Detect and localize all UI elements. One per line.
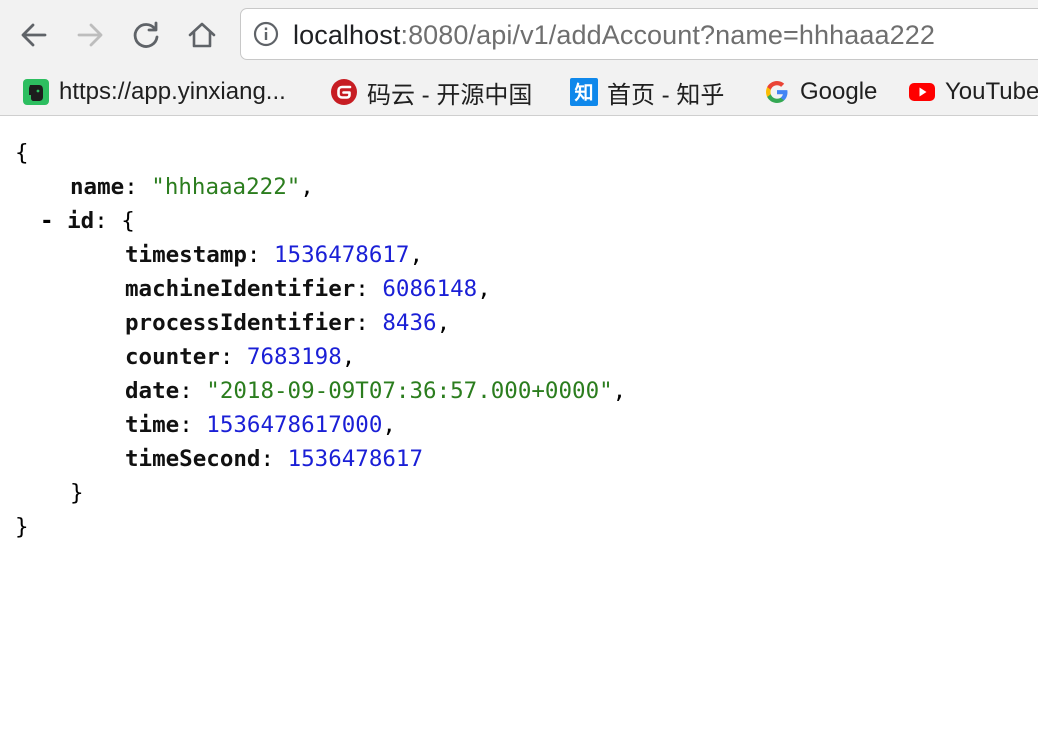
info-circle-icon[interactable] bbox=[253, 21, 279, 47]
address-bar[interactable]: localhost:8080/api/v1/addAccount?name=hh… bbox=[240, 8, 1038, 60]
json-number-value: 8436 bbox=[382, 310, 437, 336]
google-icon bbox=[766, 81, 788, 103]
collapse-toggle[interactable]: - bbox=[40, 208, 54, 234]
json-key: id bbox=[67, 208, 95, 234]
bookmark-label: https://app.yinxiang... bbox=[59, 78, 286, 105]
bookmark-yinxiang[interactable]: https://app.yinxiang... bbox=[22, 74, 286, 110]
reload-button[interactable] bbox=[126, 15, 166, 55]
json-close-brace: } bbox=[15, 514, 29, 540]
arrow-right-icon bbox=[77, 23, 103, 47]
home-button[interactable] bbox=[182, 15, 222, 55]
youtube-icon bbox=[909, 83, 935, 101]
json-key: timeSecond bbox=[125, 446, 261, 472]
bookmark-label: 首页 - 知乎 bbox=[607, 81, 725, 109]
bookmark-youtube[interactable]: YouTube bbox=[908, 74, 1038, 110]
svg-text:知: 知 bbox=[574, 81, 593, 104]
json-key: date bbox=[125, 378, 180, 404]
json-field-row: processIdentifier: 8436, bbox=[125, 310, 451, 336]
json-id-open-brace: { bbox=[121, 208, 135, 234]
json-id-close-brace: } bbox=[70, 480, 84, 506]
json-key: counter bbox=[125, 344, 220, 370]
json-line-id: - id: { bbox=[40, 208, 135, 234]
json-line-name: name: "hhhaaa222", bbox=[70, 174, 314, 200]
bookmark-zhihu[interactable]: 知 首页 - 知乎 bbox=[570, 74, 724, 110]
json-field-row: timestamp: 1536478617, bbox=[125, 242, 424, 268]
url-host: localhost bbox=[293, 20, 401, 50]
json-field-row: counter: 7683198, bbox=[125, 344, 356, 370]
json-open-brace: { bbox=[15, 140, 29, 166]
bookmark-label: 码云 - 开源中国 bbox=[367, 81, 533, 109]
zhihu-icon: 知 bbox=[570, 78, 598, 106]
json-key: processIdentifier bbox=[125, 310, 356, 336]
bookmarks-bar: https://app.yinxiang... 码云 - 开源中国 知 首页 -… bbox=[0, 70, 1038, 116]
bookmark-google[interactable]: Google bbox=[763, 74, 877, 110]
json-key: name bbox=[70, 174, 125, 200]
json-key: time bbox=[125, 412, 180, 438]
url-text[interactable]: localhost:8080/api/v1/addAccount?name=hh… bbox=[293, 9, 935, 59]
reload-icon bbox=[133, 21, 159, 48]
back-button[interactable] bbox=[14, 15, 54, 55]
json-number-value: 6086148 bbox=[382, 276, 478, 302]
json-field-row: date: "2018-09-09T07:36:57.000+0000", bbox=[125, 378, 627, 404]
json-viewer: { name: "hhhaaa222", - id: { timestamp: … bbox=[0, 118, 1038, 732]
json-string-value: "hhhaaa222" bbox=[151, 174, 301, 200]
evernote-icon bbox=[23, 79, 49, 105]
json-field-row: timeSecond: 1536478617 bbox=[125, 446, 424, 472]
bookmark-label: Google bbox=[800, 78, 878, 105]
gitee-icon bbox=[331, 79, 357, 105]
forward-button[interactable] bbox=[70, 15, 110, 55]
json-number-value: 7683198 bbox=[246, 344, 342, 370]
json-string-value: "2018-09-09T07:36:57.000+0000" bbox=[206, 378, 613, 404]
json-number-value: 1536478617000 bbox=[206, 412, 383, 438]
json-field-row: time: 1536478617000, bbox=[125, 412, 396, 438]
bookmark-gitee[interactable]: 码云 - 开源中国 bbox=[330, 74, 532, 110]
json-number-value: 1536478617 bbox=[274, 242, 410, 268]
json-key: machineIdentifier bbox=[125, 276, 356, 302]
json-number-value: 1536478617 bbox=[287, 446, 424, 472]
url-path: :8080/api/v1/addAccount?name=hhhaaa222 bbox=[400, 20, 935, 50]
bookmark-label: YouTube bbox=[945, 78, 1038, 105]
home-icon bbox=[188, 22, 216, 48]
json-field-row: machineIdentifier: 6086148, bbox=[125, 276, 491, 302]
arrow-left-icon bbox=[21, 23, 47, 47]
browser-toolbar: localhost:8080/api/v1/addAccount?name=hh… bbox=[0, 0, 1038, 70]
json-key: timestamp bbox=[125, 242, 247, 268]
